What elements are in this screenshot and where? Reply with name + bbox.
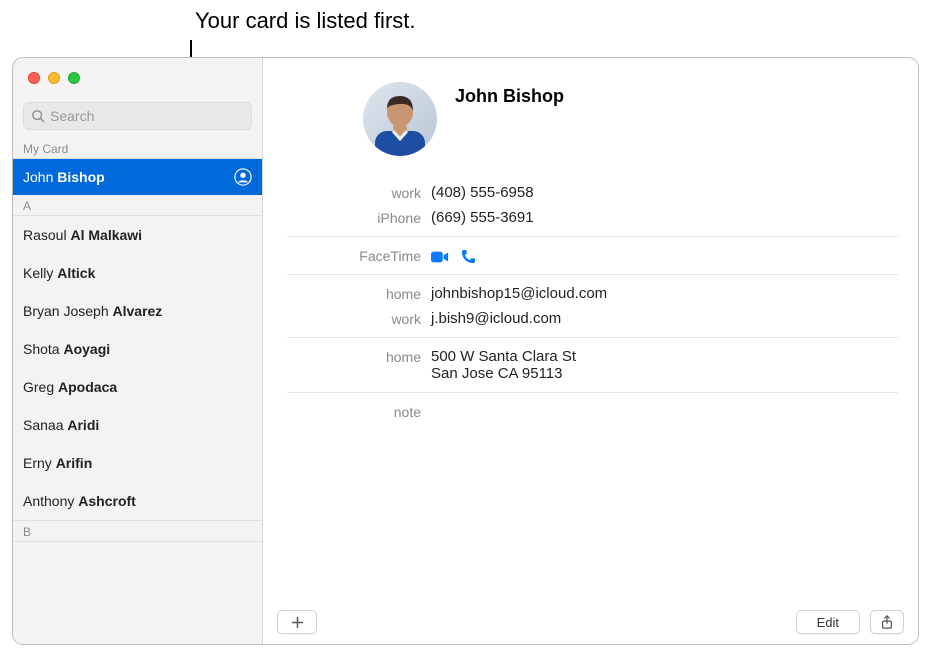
video-call-icon[interactable]: [431, 250, 449, 264]
contact-row[interactable]: Erny Arifin: [13, 444, 262, 482]
field-note: note: [263, 399, 898, 424]
search-field[interactable]: [23, 102, 252, 130]
field-label: note: [263, 403, 431, 420]
field-separator: [287, 274, 898, 275]
contact-last-name: Aoyagi: [63, 341, 110, 357]
contact-last-name: Aridi: [67, 417, 99, 433]
avatar-image: [363, 82, 437, 156]
section-header-b: B: [13, 520, 262, 542]
field-work-email: work j.bish9@icloud.com: [263, 306, 898, 331]
close-window-button[interactable]: [28, 72, 40, 84]
contact-detail-name: John Bishop: [455, 82, 564, 107]
plus-icon: [291, 616, 304, 629]
contact-first-name: Shota: [23, 341, 60, 357]
field-value-phone[interactable]: (408) 555-6958: [431, 184, 898, 201]
contact-last-name: Al Malkawi: [70, 227, 142, 243]
field-separator: [287, 392, 898, 393]
audio-call-icon[interactable]: [461, 249, 476, 264]
contact-first-name: Anthony: [23, 493, 74, 509]
contact-first-name: Sanaa: [23, 417, 63, 433]
search-container: [13, 96, 262, 138]
search-input[interactable]: [50, 108, 244, 124]
fields: work (408) 555-6958 iPhone (669) 555-369…: [263, 180, 918, 424]
field-value-phone[interactable]: (669) 555-3691: [431, 209, 898, 226]
contact-list: My Card John Bishop A Rasoul Al Malkawi …: [13, 138, 262, 644]
contact-row[interactable]: Greg Apodaca: [13, 368, 262, 406]
field-label: work: [263, 184, 431, 201]
field-facetime: FaceTime: [263, 243, 898, 268]
share-icon: [880, 614, 894, 630]
contact-row[interactable]: Anthony Ashcroft: [13, 482, 262, 520]
field-label: home: [263, 285, 431, 302]
facetime-actions: [431, 247, 898, 264]
section-header-a: A: [13, 195, 262, 216]
contact-row[interactable]: Kelly Altick: [13, 254, 262, 292]
detail-header: John Bishop: [263, 58, 918, 180]
address-line1: 500 W Santa Clara St: [431, 348, 898, 365]
my-card-name: John Bishop: [23, 169, 105, 185]
right-toolbar-buttons: Edit: [796, 610, 904, 634]
contact-last-name: Alvarez: [113, 303, 163, 319]
contact-last-name: Altick: [57, 265, 95, 281]
contact-first-name: Erny: [23, 455, 52, 471]
my-card-section-header: My Card: [13, 138, 262, 159]
field-label: FaceTime: [263, 247, 431, 264]
contact-last-name: Arifin: [56, 455, 93, 471]
contact-row[interactable]: Sanaa Aridi: [13, 406, 262, 444]
contact-row[interactable]: Shota Aoyagi: [13, 330, 262, 368]
contact-last-name: Apodaca: [58, 379, 117, 395]
fullscreen-window-button[interactable]: [68, 72, 80, 84]
field-home-address: home 500 W Santa Clara St San Jose CA 95…: [263, 344, 898, 386]
field-work-phone: work (408) 555-6958: [263, 180, 898, 205]
field-label: home: [263, 348, 431, 365]
search-icon: [31, 109, 45, 123]
avatar[interactable]: [363, 82, 437, 156]
my-card-row[interactable]: John Bishop: [13, 159, 262, 195]
bottom-toolbar: Edit: [263, 600, 918, 644]
contact-first-name: Rasoul: [23, 227, 67, 243]
contact-first-name: John: [23, 169, 53, 185]
field-separator: [287, 337, 898, 338]
contacts-window: My Card John Bishop A Rasoul Al Malkawi …: [12, 57, 919, 645]
person-badge-icon: [234, 168, 252, 186]
contact-first-name: Greg: [23, 379, 54, 395]
edit-button[interactable]: Edit: [796, 610, 860, 634]
add-contact-button[interactable]: [277, 610, 317, 634]
field-label: iPhone: [263, 209, 431, 226]
address-line2: San Jose CA 95113: [431, 365, 898, 382]
field-label: work: [263, 310, 431, 327]
minimize-window-button[interactable]: [48, 72, 60, 84]
caption-text: Your card is listed first.: [195, 8, 416, 34]
contact-last-name: Bishop: [57, 169, 104, 185]
contact-detail: John Bishop work (408) 555-6958 iPhone (…: [263, 58, 918, 644]
contact-row[interactable]: Rasoul Al Malkawi: [13, 216, 262, 254]
field-separator: [287, 236, 898, 237]
contact-row[interactable]: Bryan Joseph Alvarez: [13, 292, 262, 330]
field-value-email[interactable]: j.bish9@icloud.com: [431, 310, 898, 327]
share-button[interactable]: [870, 610, 904, 634]
contact-first-name: Kelly: [23, 265, 53, 281]
window-controls: [13, 58, 262, 96]
sidebar: My Card John Bishop A Rasoul Al Malkawi …: [13, 58, 263, 644]
field-value-email[interactable]: johnbishop15@icloud.com: [431, 285, 898, 302]
field-iphone: iPhone (669) 555-3691: [263, 205, 898, 230]
contact-last-name: Ashcroft: [78, 493, 136, 509]
field-value-address[interactable]: 500 W Santa Clara St San Jose CA 95113: [431, 348, 898, 382]
field-home-email: home johnbishop15@icloud.com: [263, 281, 898, 306]
contact-first-name: Bryan Joseph: [23, 303, 109, 319]
